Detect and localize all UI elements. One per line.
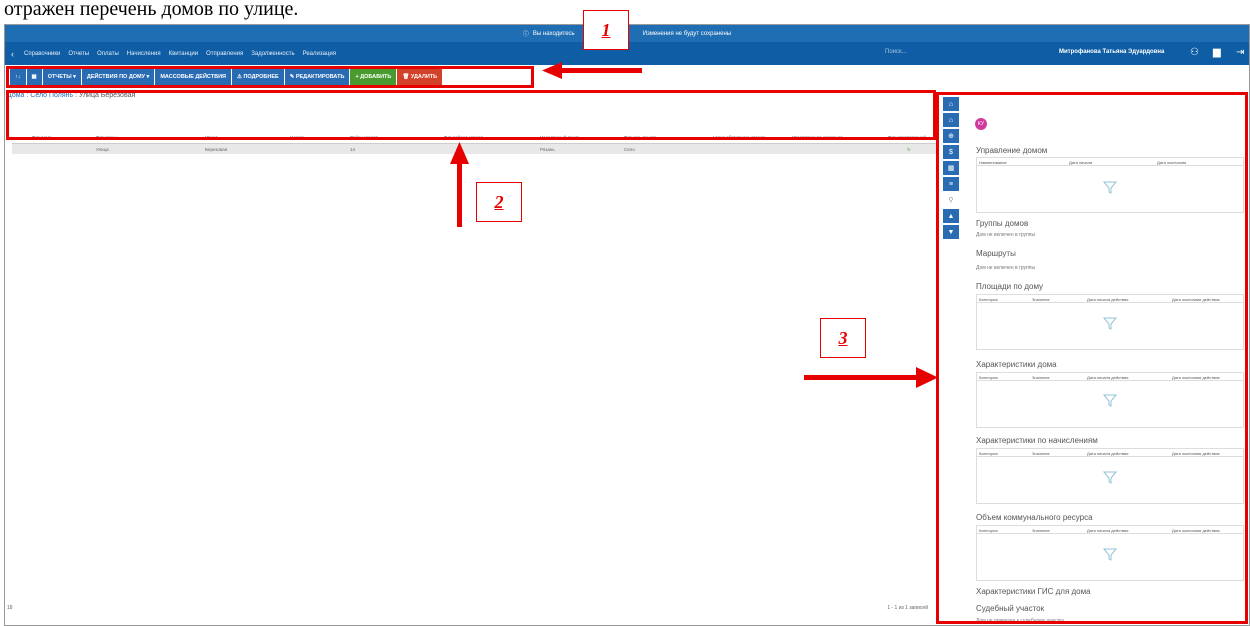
caption-text: отражен перечень домов по улице.: [4, 0, 299, 20]
cell: Рязань: [540, 147, 555, 152]
nav-item-charges[interactable]: Начисления: [127, 51, 161, 57]
annotation-arrow-1: [558, 68, 642, 73]
cell: Село: [624, 147, 635, 152]
annotation-arrow-3: [804, 375, 920, 380]
annotation-label-1: 1: [583, 10, 629, 50]
back-arrow-icon[interactable]: ‹: [11, 49, 14, 59]
nav-item-debt[interactable]: Задолженность: [251, 51, 294, 57]
table-row[interactable]: Улица Березовая 14 Рязань Село ↻: [12, 144, 937, 154]
arrowhead-up-icon: [450, 142, 469, 164]
nav-item-sales[interactable]: Реализация: [303, 51, 336, 57]
arrowhead-left-icon: [542, 62, 562, 79]
folder-icon[interactable]: ▆: [1213, 47, 1221, 58]
annotation-label-3: 3: [820, 318, 866, 358]
arrowhead-right-icon: [916, 367, 938, 388]
annotation-arrow-2: [457, 160, 462, 227]
user-menu[interactable]: Митрофанова Татьяна Эдуардовна: [1059, 49, 1164, 55]
nav-item-payments[interactable]: Оплаты: [97, 51, 119, 57]
banner-text-right: Изменения не будут сохранены: [642, 30, 732, 37]
cell: Березовая: [205, 147, 228, 152]
cell: Улица: [96, 147, 109, 152]
logout-icon[interactable]: ⇥: [1236, 47, 1244, 58]
annotation-box-grid: [6, 90, 936, 140]
nav-item-receipts[interactable]: Квитанции: [169, 51, 199, 57]
refresh-icon[interactable]: ↻: [907, 147, 911, 153]
nav-item-references[interactable]: Справочники: [24, 51, 60, 57]
nav-item-reports[interactable]: Отчеты: [68, 51, 89, 57]
nav-item-dispatches[interactable]: Отправления: [206, 51, 243, 57]
annotation-label-2: 2: [476, 182, 522, 222]
banner-text-left: Вы находитесь: [532, 30, 575, 37]
info-icon: ⓘ: [522, 32, 529, 38]
search-input[interactable]: Поиск...: [885, 49, 907, 55]
users-icon[interactable]: ⚇: [1190, 47, 1199, 58]
grid-footer: 18 1 - 1 из 1 записей: [7, 605, 932, 611]
cell: 14: [350, 147, 356, 152]
annotation-box-panel: [936, 92, 1248, 624]
annotation-box-toolbar: [6, 66, 534, 88]
record-count: 1 - 1 из 1 записей: [887, 605, 928, 611]
page-size[interactable]: 18: [7, 605, 13, 611]
